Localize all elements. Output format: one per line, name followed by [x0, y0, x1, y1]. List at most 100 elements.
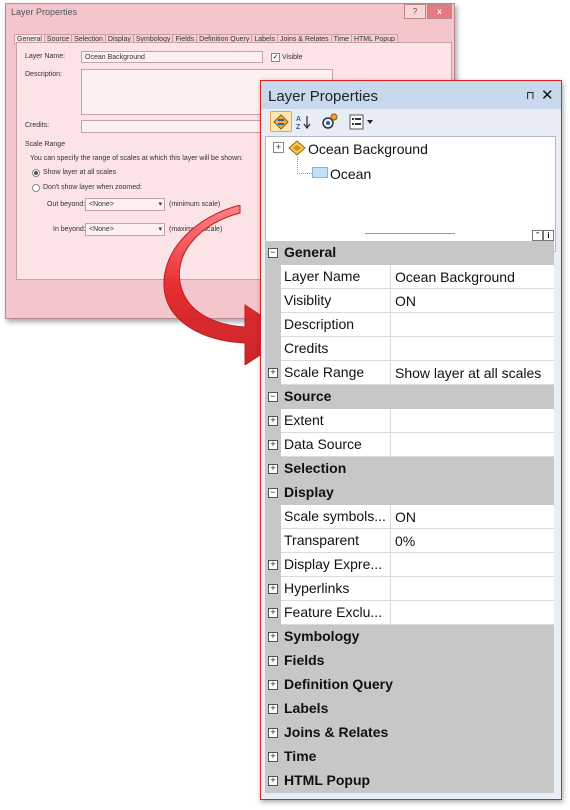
pin-icon[interactable]: ⊓	[526, 89, 535, 102]
categorized-view-button[interactable]	[270, 111, 292, 132]
property-value[interactable]	[390, 577, 554, 601]
properties-gear-icon	[322, 113, 338, 129]
property-row-scale-symbols[interactable]: Scale symbols... ON	[265, 505, 554, 529]
tree-item-ocean-background[interactable]: Ocean Background	[308, 141, 428, 157]
row-gutter	[265, 313, 281, 337]
expand-icon[interactable]: +	[268, 584, 278, 594]
property-name: Scale symbols...	[284, 508, 386, 524]
property-value[interactable]	[390, 601, 554, 625]
row-gutter	[265, 337, 281, 361]
old-scale-hint: You can specify the range of scales at w…	[30, 155, 243, 162]
expand-icon[interactable]: +	[268, 416, 278, 426]
category-html-popup[interactable]: + HTML Popup	[265, 769, 554, 793]
expand-icon[interactable]: +	[268, 368, 278, 378]
old-radio-dont-show[interactable]	[32, 184, 40, 192]
old-layer-name-field[interactable]: Ocean Background	[81, 51, 263, 63]
property-row-hyperlinks[interactable]: + Hyperlinks	[265, 577, 554, 601]
category-symbology[interactable]: + Symbology	[265, 625, 554, 649]
property-value[interactable]	[390, 337, 554, 361]
old-close-button[interactable]: x	[427, 4, 452, 19]
property-row-layer-name[interactable]: Layer Name Ocean Background	[265, 265, 554, 289]
tree-item-ocean[interactable]: Ocean	[330, 166, 371, 182]
sort-alphabetical-button[interactable]: A Z	[293, 111, 315, 132]
category-label: Joins & Relates	[284, 724, 389, 740]
category-label: Symbology	[284, 628, 360, 644]
property-value[interactable]: ON	[390, 289, 554, 313]
collapse-icon[interactable]: −	[268, 248, 278, 258]
old-in-beyond-value: <None>	[89, 226, 114, 233]
category-display[interactable]: − Display	[265, 481, 554, 505]
category-label: Fields	[284, 652, 325, 668]
property-name: Display Expre...	[284, 556, 383, 572]
collapse-icon[interactable]: −	[268, 392, 278, 402]
splitter-grip	[365, 233, 455, 234]
old-radio-show-all[interactable]	[32, 169, 40, 177]
old-tab-strip: General Source Selection Display Symbology Fi…	[14, 28, 450, 45]
category-labels[interactable]: + Labels	[265, 697, 554, 721]
info-icon[interactable]: i	[543, 230, 554, 241]
property-value[interactable]: Ocean Background	[390, 265, 554, 289]
category-definition-query[interactable]: + Definition Query	[265, 673, 554, 697]
svg-text:Z: Z	[296, 124, 301, 130]
category-label: HTML Popup	[284, 772, 371, 788]
property-row-credits[interactable]: Credits	[265, 337, 554, 361]
category-selection[interactable]: + Selection	[265, 457, 554, 481]
property-row-description[interactable]: Description	[265, 313, 554, 337]
expand-icon[interactable]: +	[268, 680, 278, 690]
tree-expander-button[interactable]: +	[273, 142, 284, 153]
property-value[interactable]: ON	[390, 505, 554, 529]
property-row-extent[interactable]: + Extent	[265, 409, 554, 433]
layer-icon	[288, 140, 306, 156]
category-joins-relates[interactable]: + Joins & Relates	[265, 721, 554, 745]
property-name: Feature Exclu...	[284, 604, 383, 620]
property-row-transparent[interactable]: Transparent 0%	[265, 529, 554, 553]
property-value[interactable]	[390, 313, 554, 337]
property-row-data-source[interactable]: + Data Source	[265, 433, 554, 457]
expand-icon[interactable]: +	[268, 440, 278, 450]
row-gutter	[265, 505, 281, 529]
expand-icon[interactable]: +	[268, 704, 278, 714]
property-value[interactable]: 0%	[390, 529, 554, 553]
expand-icon[interactable]: +	[268, 776, 278, 786]
close-icon[interactable]: ✕	[541, 86, 554, 104]
expand-icon[interactable]: +	[268, 632, 278, 642]
old-credits-field[interactable]	[81, 120, 266, 133]
expand-icon[interactable]: +	[268, 752, 278, 762]
property-row-visiblity[interactable]: Visiblity ON	[265, 289, 554, 313]
property-value[interactable]	[390, 433, 554, 457]
property-name: Hyperlinks	[284, 580, 350, 596]
old-help-button[interactable]: ?	[404, 4, 426, 19]
old-layer-name-label: Layer Name:	[25, 53, 66, 60]
row-gutter	[265, 529, 281, 553]
property-row-scale-range[interactable]: + Scale Range Show layer at all scales	[265, 361, 554, 385]
property-value[interactable]: Show layer at all scales	[390, 361, 554, 385]
category-fields[interactable]: + Fields	[265, 649, 554, 673]
property-value[interactable]	[390, 553, 554, 577]
expand-icon[interactable]: +	[268, 608, 278, 618]
panel-splitter[interactable]: ⌃ i	[265, 230, 554, 241]
property-row-feature-exclu[interactable]: + Feature Exclu...	[265, 601, 554, 625]
old-out-beyond-label: Out beyond:	[47, 201, 86, 208]
category-general[interactable]: − General	[265, 241, 554, 265]
property-row-display-expre[interactable]: + Display Expre...	[265, 553, 554, 577]
expand-icon[interactable]: +	[268, 656, 278, 666]
old-visible-label: Visible	[282, 54, 303, 61]
old-visible-checkbox[interactable]: ✓	[271, 53, 280, 62]
expand-icon[interactable]: +	[268, 464, 278, 474]
expand-icon[interactable]: +	[268, 560, 278, 570]
category-source[interactable]: − Source	[265, 385, 554, 409]
old-in-beyond-label: In beyond:	[53, 226, 86, 233]
collapse-icon[interactable]: −	[268, 488, 278, 498]
collapse-icon[interactable]: ⌃	[532, 230, 543, 241]
old-radio-show-all-label: Show layer at all scales	[43, 169, 117, 176]
sort-az-icon: A Z	[296, 115, 311, 130]
category-label: Time	[284, 748, 317, 764]
category-time[interactable]: + Time	[265, 745, 554, 769]
expand-icon[interactable]: +	[268, 728, 278, 738]
old-in-beyond-select[interactable]: <None> ▾	[85, 223, 165, 236]
property-pages-button[interactable]	[319, 111, 341, 132]
view-options-dropdown[interactable]	[346, 111, 378, 132]
category-label: Display	[284, 484, 334, 500]
property-value[interactable]	[390, 409, 554, 433]
old-out-beyond-select[interactable]: <None> ▾	[85, 198, 165, 211]
